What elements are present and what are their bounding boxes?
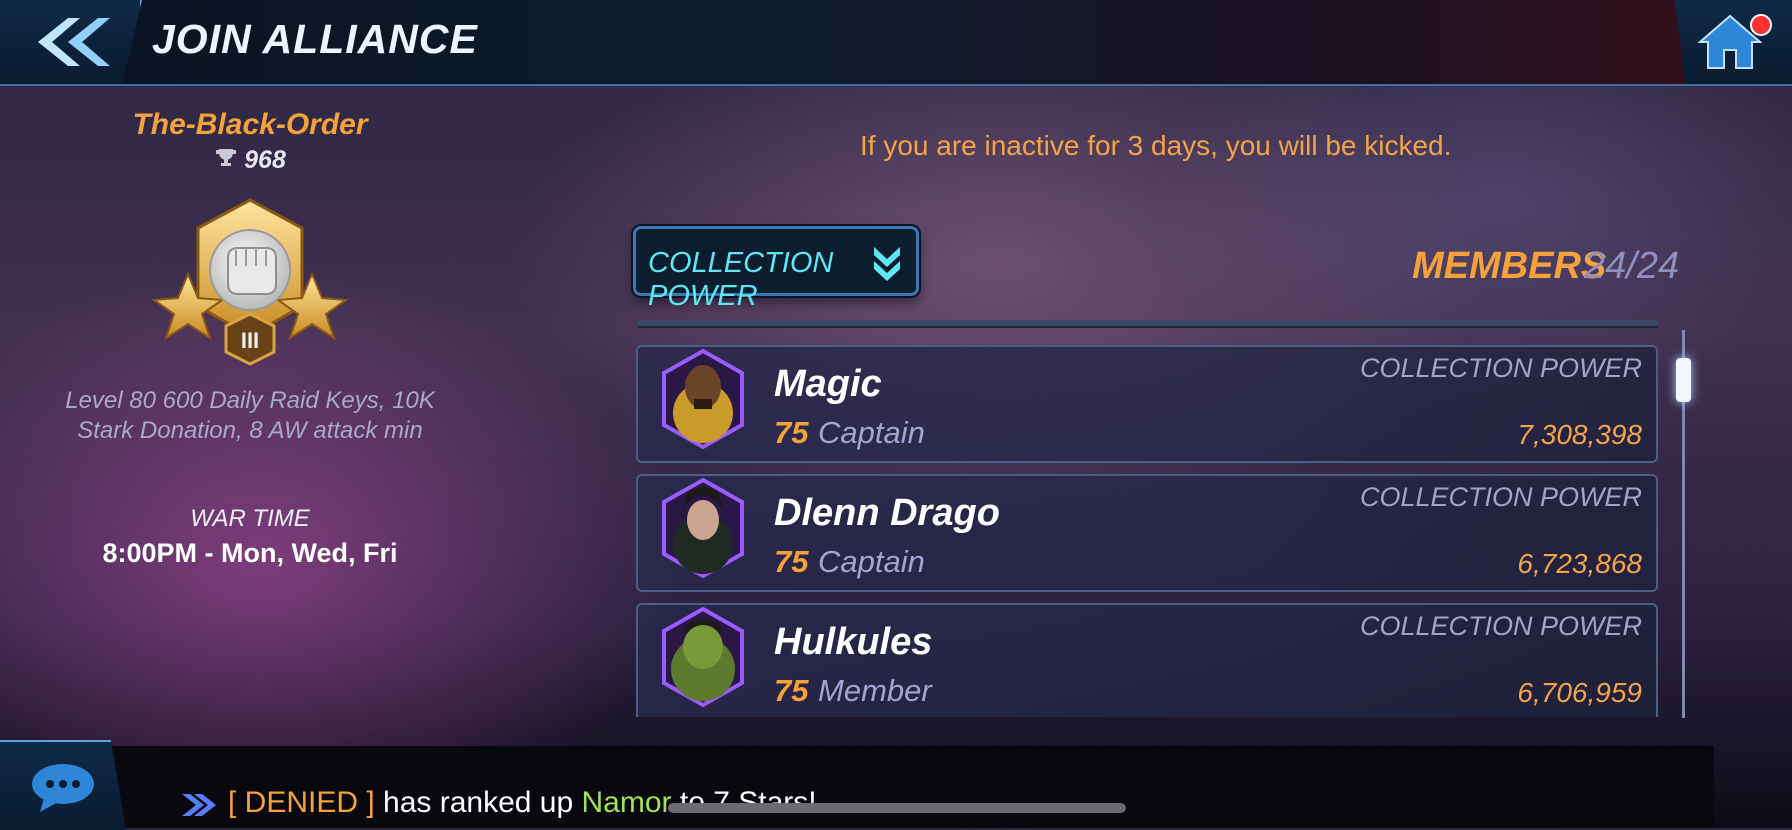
- members-count: 24/24: [1584, 245, 1680, 287]
- collection-power-label: COLLECTION POWER: [1359, 482, 1642, 512]
- collection-power-value: 6,706,959: [1517, 677, 1642, 708]
- member-avatar: [662, 606, 744, 708]
- member-row[interactable]: Dlenn Drago 75 Captain COLLECTION POWER …: [636, 474, 1658, 592]
- notification-dot: [1750, 14, 1772, 36]
- screen-title: JOIN ALLIANCE: [152, 16, 478, 62]
- top-bar: JOIN ALLIANCE: [0, 0, 1792, 86]
- members-label: MEMBERS: [1412, 245, 1607, 287]
- trophy-value: 968: [244, 146, 286, 174]
- member-avatar: [662, 348, 744, 450]
- trophy-icon: [216, 149, 237, 166]
- description-line-2: Stark Donation, 8 AW attack min: [77, 417, 423, 444]
- ticker-player-tag: [ DENIED ]: [228, 786, 375, 819]
- member-level: 75: [774, 415, 809, 450]
- member-role: Member: [818, 673, 932, 708]
- member-name: Hulkules: [774, 621, 933, 663]
- double-chevron-left-icon: [38, 18, 110, 66]
- alliance-emblem: III: [151, 198, 349, 366]
- double-chevron-right-icon: [182, 794, 216, 816]
- emblem-tier: III: [241, 328, 259, 353]
- war-time-label: WAR TIME: [190, 505, 310, 532]
- list-top-edge: [638, 320, 1658, 328]
- member-list[interactable]: Magic 75 Captain COLLECTION POWER 7,308,…: [636, 345, 1660, 717]
- collection-power-label: COLLECTION POWER: [1359, 611, 1642, 641]
- scrollbar-thumb[interactable]: [1676, 358, 1691, 402]
- war-time-value: 8:00PM - Mon, Wed, Fri: [102, 538, 398, 568]
- member-name: Dlenn Drago: [774, 492, 1000, 534]
- trophy-count: 968: [0, 146, 500, 175]
- double-chevron-down-icon: [874, 247, 900, 281]
- member-row[interactable]: Hulkules 75 Member COLLECTION POWER 6,70…: [636, 603, 1658, 717]
- chat-button[interactable]: [0, 740, 126, 830]
- collection-power-value: 6,723,868: [1517, 548, 1642, 579]
- back-button[interactable]: [0, 0, 142, 84]
- member-level: 75: [774, 544, 809, 579]
- member-role: Captain: [818, 415, 925, 450]
- alliance-name: The-Black-Order: [132, 108, 368, 141]
- ticker-text: has ranked up: [374, 786, 582, 819]
- home-indicator[interactable]: [668, 803, 1126, 813]
- description-line-1: Level 80 600 Daily Raid Keys, 10K: [65, 387, 435, 414]
- member-role: Captain: [818, 544, 925, 579]
- member-avatar: [662, 477, 744, 579]
- collection-power-value: 7,308,398: [1517, 419, 1642, 450]
- alliance-description: Level 80 600 Daily Raid Keys, 10K Stark …: [40, 386, 460, 446]
- home-button[interactable]: [1675, 0, 1792, 84]
- chat-bubble-icon: [32, 764, 94, 812]
- inactivity-notice: If you are inactive for 3 days, you will…: [860, 130, 1452, 161]
- member-level: 75: [774, 673, 809, 708]
- member-row[interactable]: Magic 75 Captain COLLECTION POWER 7,308,…: [636, 345, 1658, 463]
- ticker-hero: Namor: [581, 786, 672, 819]
- collection-power-label: COLLECTION POWER: [1359, 353, 1642, 383]
- member-name: Magic: [774, 363, 882, 405]
- sort-dropdown[interactable]: COLLECTION POWER: [633, 226, 919, 312]
